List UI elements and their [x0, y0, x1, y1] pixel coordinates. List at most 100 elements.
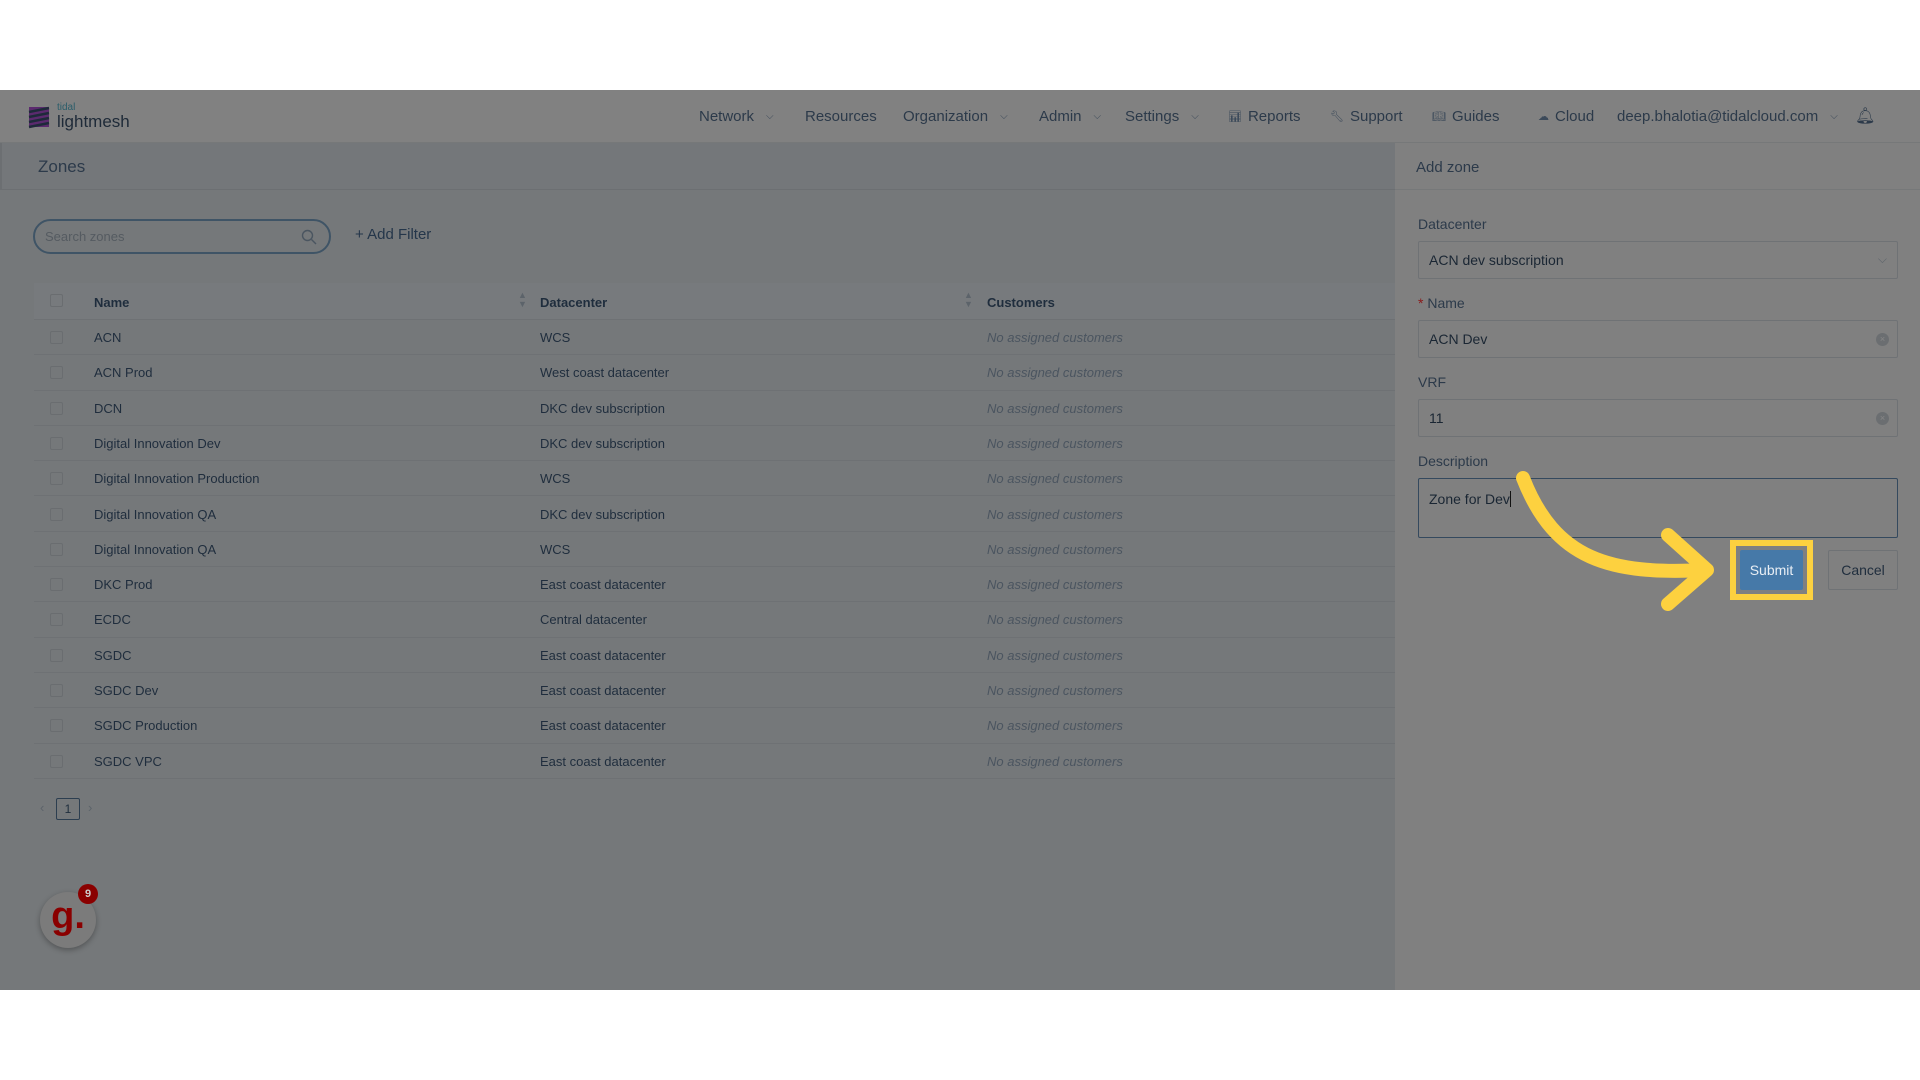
zone-customers: No assigned customers — [987, 330, 1123, 345]
zone-customers: No assigned customers — [987, 435, 1123, 451]
zone-datacenter: WCS — [540, 471, 571, 487]
table-row[interactable]: ACN WCS No assigned customers — [34, 320, 1395, 356]
row-checkbox[interactable] — [50, 719, 63, 733]
zone-datacenter: Central datacenter — [540, 612, 647, 628]
column-header-name[interactable]: Name — [94, 295, 129, 310]
table-row[interactable]: SGDC Dev East coast datacenter No assign… — [34, 673, 1395, 709]
table-row[interactable]: Digital Innovation QA WCS No assigned cu… — [34, 532, 1395, 568]
nav-item-network[interactable]: Network ⌵ — [699, 90, 774, 143]
zone-name[interactable]: ECDC — [94, 612, 131, 627]
select-all-checkbox[interactable] — [50, 294, 63, 307]
row-checkbox[interactable] — [50, 507, 63, 521]
zone-name[interactable]: Digital Innovation Production — [94, 471, 260, 486]
row-checkbox[interactable] — [50, 472, 63, 486]
row-checkbox[interactable] — [50, 436, 63, 450]
zone-name[interactable]: SGDC — [94, 648, 132, 663]
zone-customers: No assigned customers — [987, 683, 1123, 698]
nav-label: Reports — [1247, 108, 1301, 125]
nav-item-resources[interactable]: Resources — [805, 90, 877, 143]
main-content: Search zones + Add Filter Name ▲ ▼ Datace… — [0, 190, 1395, 990]
nav-label: Resources — [805, 108, 877, 125]
prev-page-button[interactable]: ‹ — [40, 800, 44, 815]
table-header: Name ▲ ▼ Datacenter ▲ ▼ Customers — [34, 283, 1395, 320]
sort-icon[interactable]: ▲ ▼ — [964, 291, 973, 309]
chevron-down-icon: ⌵ — [1191, 111, 1199, 122]
nav-item-support[interactable]: 🔧︎ Support — [1330, 90, 1403, 143]
row-checkbox[interactable] — [50, 648, 63, 662]
search-placeholder: Search zones — [45, 229, 125, 244]
nav-item-settings[interactable]: Settings ⌵ — [1125, 90, 1199, 143]
table-row[interactable]: DKC Prod East coast datacenter No assign… — [34, 567, 1395, 603]
chat-logo: g. — [51, 895, 85, 937]
nav-item-organization[interactable]: Organization ⌵ — [903, 90, 1008, 143]
bell-icon[interactable]: 🔔︎ — [1855, 106, 1875, 126]
required-marker: * — [1418, 295, 1424, 311]
chevron-down-icon: ⌵ — [1000, 111, 1008, 122]
cloud-icon: ☁︎ — [1538, 111, 1549, 123]
row-checkbox[interactable] — [50, 613, 63, 627]
table-row[interactable]: SGDC VPC East coast datacenter No assign… — [34, 744, 1395, 779]
zone-name[interactable]: Digital Innovation Dev — [94, 436, 220, 451]
vrf-input[interactable]: 11 × — [1418, 399, 1898, 437]
brand-name: lightmesh — [57, 112, 130, 131]
datacenter-select[interactable]: ACN dev subscription ⌵ — [1418, 241, 1898, 279]
add-filter-button[interactable]: + Add Filter — [355, 226, 431, 243]
zone-customers: No assigned customers — [987, 541, 1123, 557]
table-row[interactable]: Digital Innovation QA DKC dev subscripti… — [34, 497, 1395, 532]
table-row[interactable]: Digital Innovation Production WCS No ass… — [34, 461, 1395, 497]
name-value: ACN Dev — [1429, 331, 1488, 347]
cancel-button[interactable]: Cancel — [1828, 550, 1898, 590]
nav-item-admin[interactable]: Admin ⌵ — [1039, 90, 1101, 143]
zone-customers: No assigned customers — [987, 718, 1123, 734]
column-header-datacenter[interactable]: Datacenter — [540, 295, 607, 310]
next-page-button[interactable]: › — [88, 800, 92, 815]
nav-label: Support — [1349, 108, 1403, 125]
zone-customers: No assigned customers — [987, 647, 1123, 663]
nav-label: Cloud — [1555, 108, 1595, 125]
clear-icon[interactable]: × — [1876, 412, 1889, 425]
top-nav: tidal lightmesh Network ⌵ Resources Organiz… — [0, 90, 1920, 143]
zone-name[interactable]: SGDC VPC — [94, 754, 162, 769]
row-checkbox[interactable] — [50, 366, 63, 380]
row-checkbox[interactable] — [50, 754, 63, 768]
zone-name[interactable]: DCN — [94, 401, 122, 416]
notification-badge: 9 — [78, 884, 98, 904]
zone-name[interactable]: ACN — [94, 330, 121, 345]
sort-icon[interactable]: ▲ ▼ — [518, 291, 527, 309]
add-zone-panel: Add zone Datacenter ACN dev subscription… — [1395, 143, 1920, 990]
book-icon: 📖︎ — [1432, 111, 1446, 123]
table-row[interactable]: SGDC Production East coast datacenter No… — [34, 708, 1395, 744]
row-checkbox[interactable] — [50, 684, 63, 697]
table-row[interactable]: SGDC East coast datacenter No assigned c… — [34, 638, 1395, 673]
nav-item-cloud[interactable]: ☁︎ Cloud — [1538, 90, 1594, 143]
table-row[interactable]: DCN DKC dev subscription No assigned cus… — [34, 391, 1395, 426]
zone-name[interactable]: ACN Prod — [94, 365, 153, 380]
clear-icon[interactable]: × — [1876, 333, 1889, 346]
zone-name[interactable]: SGDC Dev — [94, 683, 158, 698]
logo[interactable]: tidal lightmesh — [27, 103, 130, 130]
zone-name[interactable]: Digital Innovation QA — [94, 542, 216, 557]
zone-name[interactable]: DKC Prod — [94, 577, 153, 592]
table-row[interactable]: ACN Prod West coast datacenter No assign… — [34, 355, 1395, 391]
submit-button[interactable]: Submit — [1740, 550, 1803, 590]
description-textarea[interactable]: Zone for Dev — [1418, 478, 1898, 538]
zone-name[interactable]: SGDC Production — [94, 718, 197, 733]
nav-item-guides[interactable]: 📖︎ Guides — [1432, 90, 1500, 143]
search-icon[interactable] — [301, 229, 317, 245]
nav-item-deep-bhalotia-tidalcloud-com[interactable]: deep.bhalotia@tidalcloud.com ⌵ — [1617, 90, 1838, 143]
row-checkbox[interactable] — [50, 542, 63, 556]
chat-widget-button[interactable]: g. 9 — [40, 884, 98, 948]
vrf-label: VRF — [1418, 374, 1446, 390]
row-checkbox[interactable] — [50, 401, 63, 415]
zone-datacenter: East coast datacenter — [540, 683, 666, 698]
table-row[interactable]: ECDC Central datacenter No assigned cust… — [34, 602, 1395, 638]
page-1-button[interactable]: 1 — [56, 798, 80, 820]
nav-item-reports[interactable]: 📊︎ Reports — [1228, 90, 1301, 143]
bar-chart-icon: 📊︎ — [1228, 111, 1242, 123]
zone-name[interactable]: Digital Innovation QA — [94, 507, 216, 522]
row-checkbox[interactable] — [50, 331, 63, 344]
search-input[interactable]: Search zones — [33, 219, 331, 254]
table-row[interactable]: Digital Innovation Dev DKC dev subscript… — [34, 426, 1395, 462]
name-input[interactable]: ACN Dev × — [1418, 320, 1898, 358]
row-checkbox[interactable] — [50, 578, 63, 592]
